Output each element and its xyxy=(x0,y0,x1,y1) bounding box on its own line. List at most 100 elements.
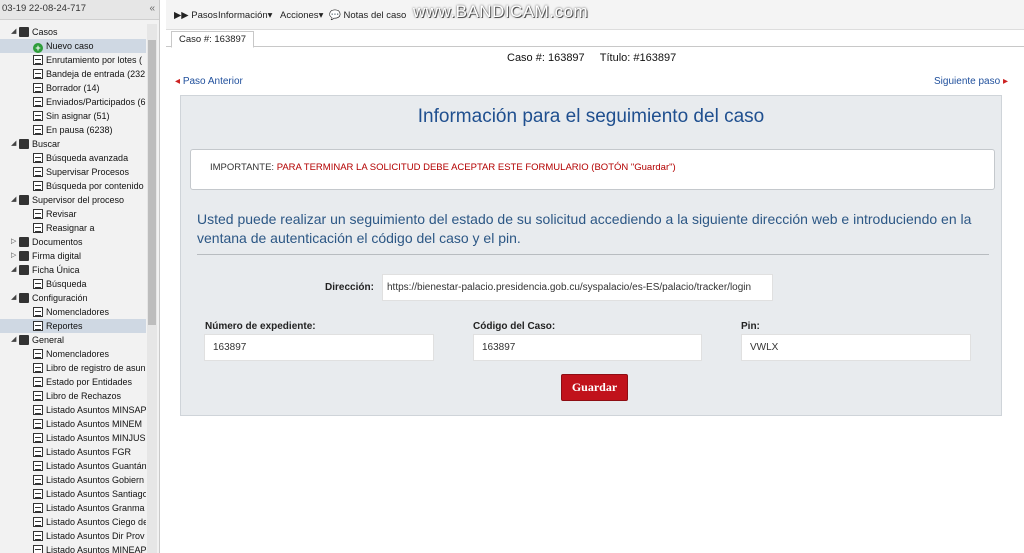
chat-icon: 💬 xyxy=(329,10,341,21)
sidebar-item-label: Listado Asuntos Granma xyxy=(46,503,145,513)
sidebar-item[interactable]: Supervisar Procesos xyxy=(0,165,146,179)
expanded-arrow-icon[interactable]: ◢ xyxy=(11,333,16,347)
sidebar-item[interactable]: Sin asignar (51) xyxy=(0,109,146,123)
list-icon xyxy=(33,349,43,359)
sidebar-item[interactable]: Listado Asuntos Ciego de xyxy=(0,515,146,529)
expanded-arrow-icon[interactable]: ◢ xyxy=(11,25,16,39)
sidebar-item[interactable]: Listado Asuntos MINEAP xyxy=(0,543,146,553)
sidebar-item[interactable]: Listado Asuntos MINEM xyxy=(0,417,146,431)
sidebar-item[interactable]: Borrador (14) xyxy=(0,81,146,95)
important-message: PARA TERMINAR LA SOLICITUD DEBE ACEPTAR … xyxy=(276,162,676,173)
sidebar-item[interactable]: Listado Asuntos Santiago xyxy=(0,487,146,501)
sidebar-item-label: Supervisor del proceso xyxy=(32,195,125,205)
address-field[interactable]: https://bienestar-palacio.presidencia.go… xyxy=(382,274,773,301)
navigation-tree: ◢ Casos + Nuevo caso Enrutamiento por lotes … xyxy=(0,25,146,553)
list-icon xyxy=(33,503,43,513)
actions-menu[interactable]: Acciones▾ xyxy=(280,10,323,21)
sidebar-item[interactable]: Búsqueda avanzada xyxy=(0,151,146,165)
sidebar-item[interactable]: ◢ Supervisor del proceso xyxy=(0,193,146,207)
arrow-right-icon: ▸ xyxy=(1002,76,1008,87)
doc-icon xyxy=(33,209,43,219)
toolbar: ▶▶ Pasos Información▾ Acciones▾ 💬 Notas … xyxy=(166,0,1024,30)
sidebar-item-label: Ficha Única xyxy=(32,265,80,275)
sidebar-item-label: Casos xyxy=(32,27,58,37)
pause-icon xyxy=(33,125,43,135)
sidebar-item-label: Documentos xyxy=(32,237,83,247)
sidebar-item[interactable]: ◢ Buscar xyxy=(0,137,146,151)
list-icon xyxy=(33,531,43,541)
play-icon: ▶▶ xyxy=(174,10,189,21)
sidebar-item[interactable]: Nomencladores xyxy=(0,347,146,361)
sidebar-item-label: Revisar xyxy=(46,209,77,219)
sidebar-item[interactable]: Bandeja de entrada (232 xyxy=(0,67,146,81)
sidebar-item[interactable]: Estado por Entidades xyxy=(0,375,146,389)
sidebar-item-label: Bandeja de entrada (232 xyxy=(46,69,146,79)
scrollbar-thumb[interactable] xyxy=(148,40,156,325)
sidebar-item[interactable]: ▷ Firma digital xyxy=(0,249,146,263)
next-step-link[interactable]: Siguiente paso ▸ xyxy=(934,76,1008,87)
sidebar-item-label: Nomencladores xyxy=(46,307,110,317)
refresh-icon xyxy=(33,223,43,233)
sidebar-item[interactable]: Listado Asuntos MINJUS xyxy=(0,431,146,445)
expanded-arrow-icon[interactable]: ◢ xyxy=(11,193,16,207)
expanded-arrow-icon[interactable]: ◢ xyxy=(11,291,16,305)
sidebar-item[interactable]: Nomencladores xyxy=(0,305,146,319)
sidebar-item[interactable]: + Nuevo caso xyxy=(0,39,146,53)
sidebar-item-label: Reportes xyxy=(46,321,83,331)
sidebar-item[interactable]: Búsqueda xyxy=(0,277,146,291)
save-button[interactable]: Guardar xyxy=(561,374,628,401)
sidebar-item-label: Enviados/Participados (6 xyxy=(46,97,146,107)
form-title: Información para el seguimiento del caso xyxy=(417,106,765,127)
sidebar-item[interactable]: Reportes xyxy=(0,319,146,333)
sidebar-item[interactable]: Enrutamiento por lotes ( xyxy=(0,53,146,67)
information-menu[interactable]: Información▾ xyxy=(218,10,272,21)
sidebar-item-label: Listado Asuntos MINEAP xyxy=(46,545,146,553)
sidebar-scrollbar[interactable] xyxy=(147,24,157,553)
collapsed-arrow-icon[interactable]: ▷ xyxy=(11,249,16,263)
case-code-field[interactable]: 163897 xyxy=(473,334,702,361)
sidebar-item-label: Borrador (14) xyxy=(46,83,100,93)
list-icon xyxy=(33,489,43,499)
sidebar-item[interactable]: Búsqueda por contenido xyxy=(0,179,146,193)
expanded-arrow-icon[interactable]: ◢ xyxy=(11,137,16,151)
sidebar-item[interactable]: Listado Asuntos Granma xyxy=(0,501,146,515)
sidebar-item-label: Firma digital xyxy=(32,251,82,261)
sidebar-item[interactable]: Listado Asuntos Guantán xyxy=(0,459,146,473)
list-icon xyxy=(33,181,43,191)
sidebar-item[interactable]: Listado Asuntos Gobiern xyxy=(0,473,146,487)
sidebar-item-label: Estado por Entidades xyxy=(46,377,133,387)
sidebar-item[interactable]: Listado Asuntos Dir Prov xyxy=(0,529,146,543)
collapse-sidebar-icon[interactable]: « xyxy=(149,3,155,14)
tab-case[interactable]: Caso #: 163897 xyxy=(171,31,255,48)
case-notes-button[interactable]: 💬 Notas del caso xyxy=(329,10,406,21)
pin-label: Pin: xyxy=(741,321,760,332)
list-icon xyxy=(33,279,43,289)
sidebar-item[interactable]: Libro de registro de asun xyxy=(0,361,146,375)
sidebar-item[interactable]: ◢ Configuración xyxy=(0,291,146,305)
sidebar-item[interactable]: Enviados/Participados (6 xyxy=(0,95,146,109)
doc-icon xyxy=(33,55,43,65)
sidebar-item[interactable]: Revisar xyxy=(0,207,146,221)
sidebar-item-label: Listado Asuntos Ciego de xyxy=(46,517,146,527)
sidebar-item[interactable]: ▷ Documentos xyxy=(0,235,146,249)
sidebar-item[interactable]: ◢ Ficha Única xyxy=(0,263,146,277)
sidebar-item-label: Búsqueda por contenido xyxy=(46,181,144,191)
sidebar-item[interactable]: ◢ General xyxy=(0,333,146,347)
sidebar-item[interactable]: ◢ Casos xyxy=(0,25,146,39)
sidebar-item[interactable]: Reasignar a xyxy=(0,221,146,235)
sidebar-item-label: Listado Asuntos MINJUS xyxy=(46,433,146,443)
address-label: Dirección: xyxy=(325,282,374,293)
pin-field[interactable]: VWLX xyxy=(741,334,971,361)
steps-menu[interactable]: ▶▶ Pasos xyxy=(174,10,218,21)
sidebar-item[interactable]: Listado Asuntos MINSAP xyxy=(0,403,146,417)
sidebar-item-label: Buscar xyxy=(32,139,61,149)
collapsed-arrow-icon[interactable]: ▷ xyxy=(11,235,16,249)
list-icon xyxy=(33,167,43,177)
sidebar-item-label: Enrutamiento por lotes ( xyxy=(46,55,143,65)
expanded-arrow-icon[interactable]: ◢ xyxy=(11,263,16,277)
sidebar-item[interactable]: Libro de Rechazos xyxy=(0,389,146,403)
sidebar-item[interactable]: En pausa (6238) xyxy=(0,123,146,137)
sidebar-item[interactable]: Listado Asuntos FGR xyxy=(0,445,146,459)
file-number-field[interactable]: 163897 xyxy=(204,334,434,361)
previous-step-link[interactable]: ◂ Paso Anterior xyxy=(175,76,243,87)
